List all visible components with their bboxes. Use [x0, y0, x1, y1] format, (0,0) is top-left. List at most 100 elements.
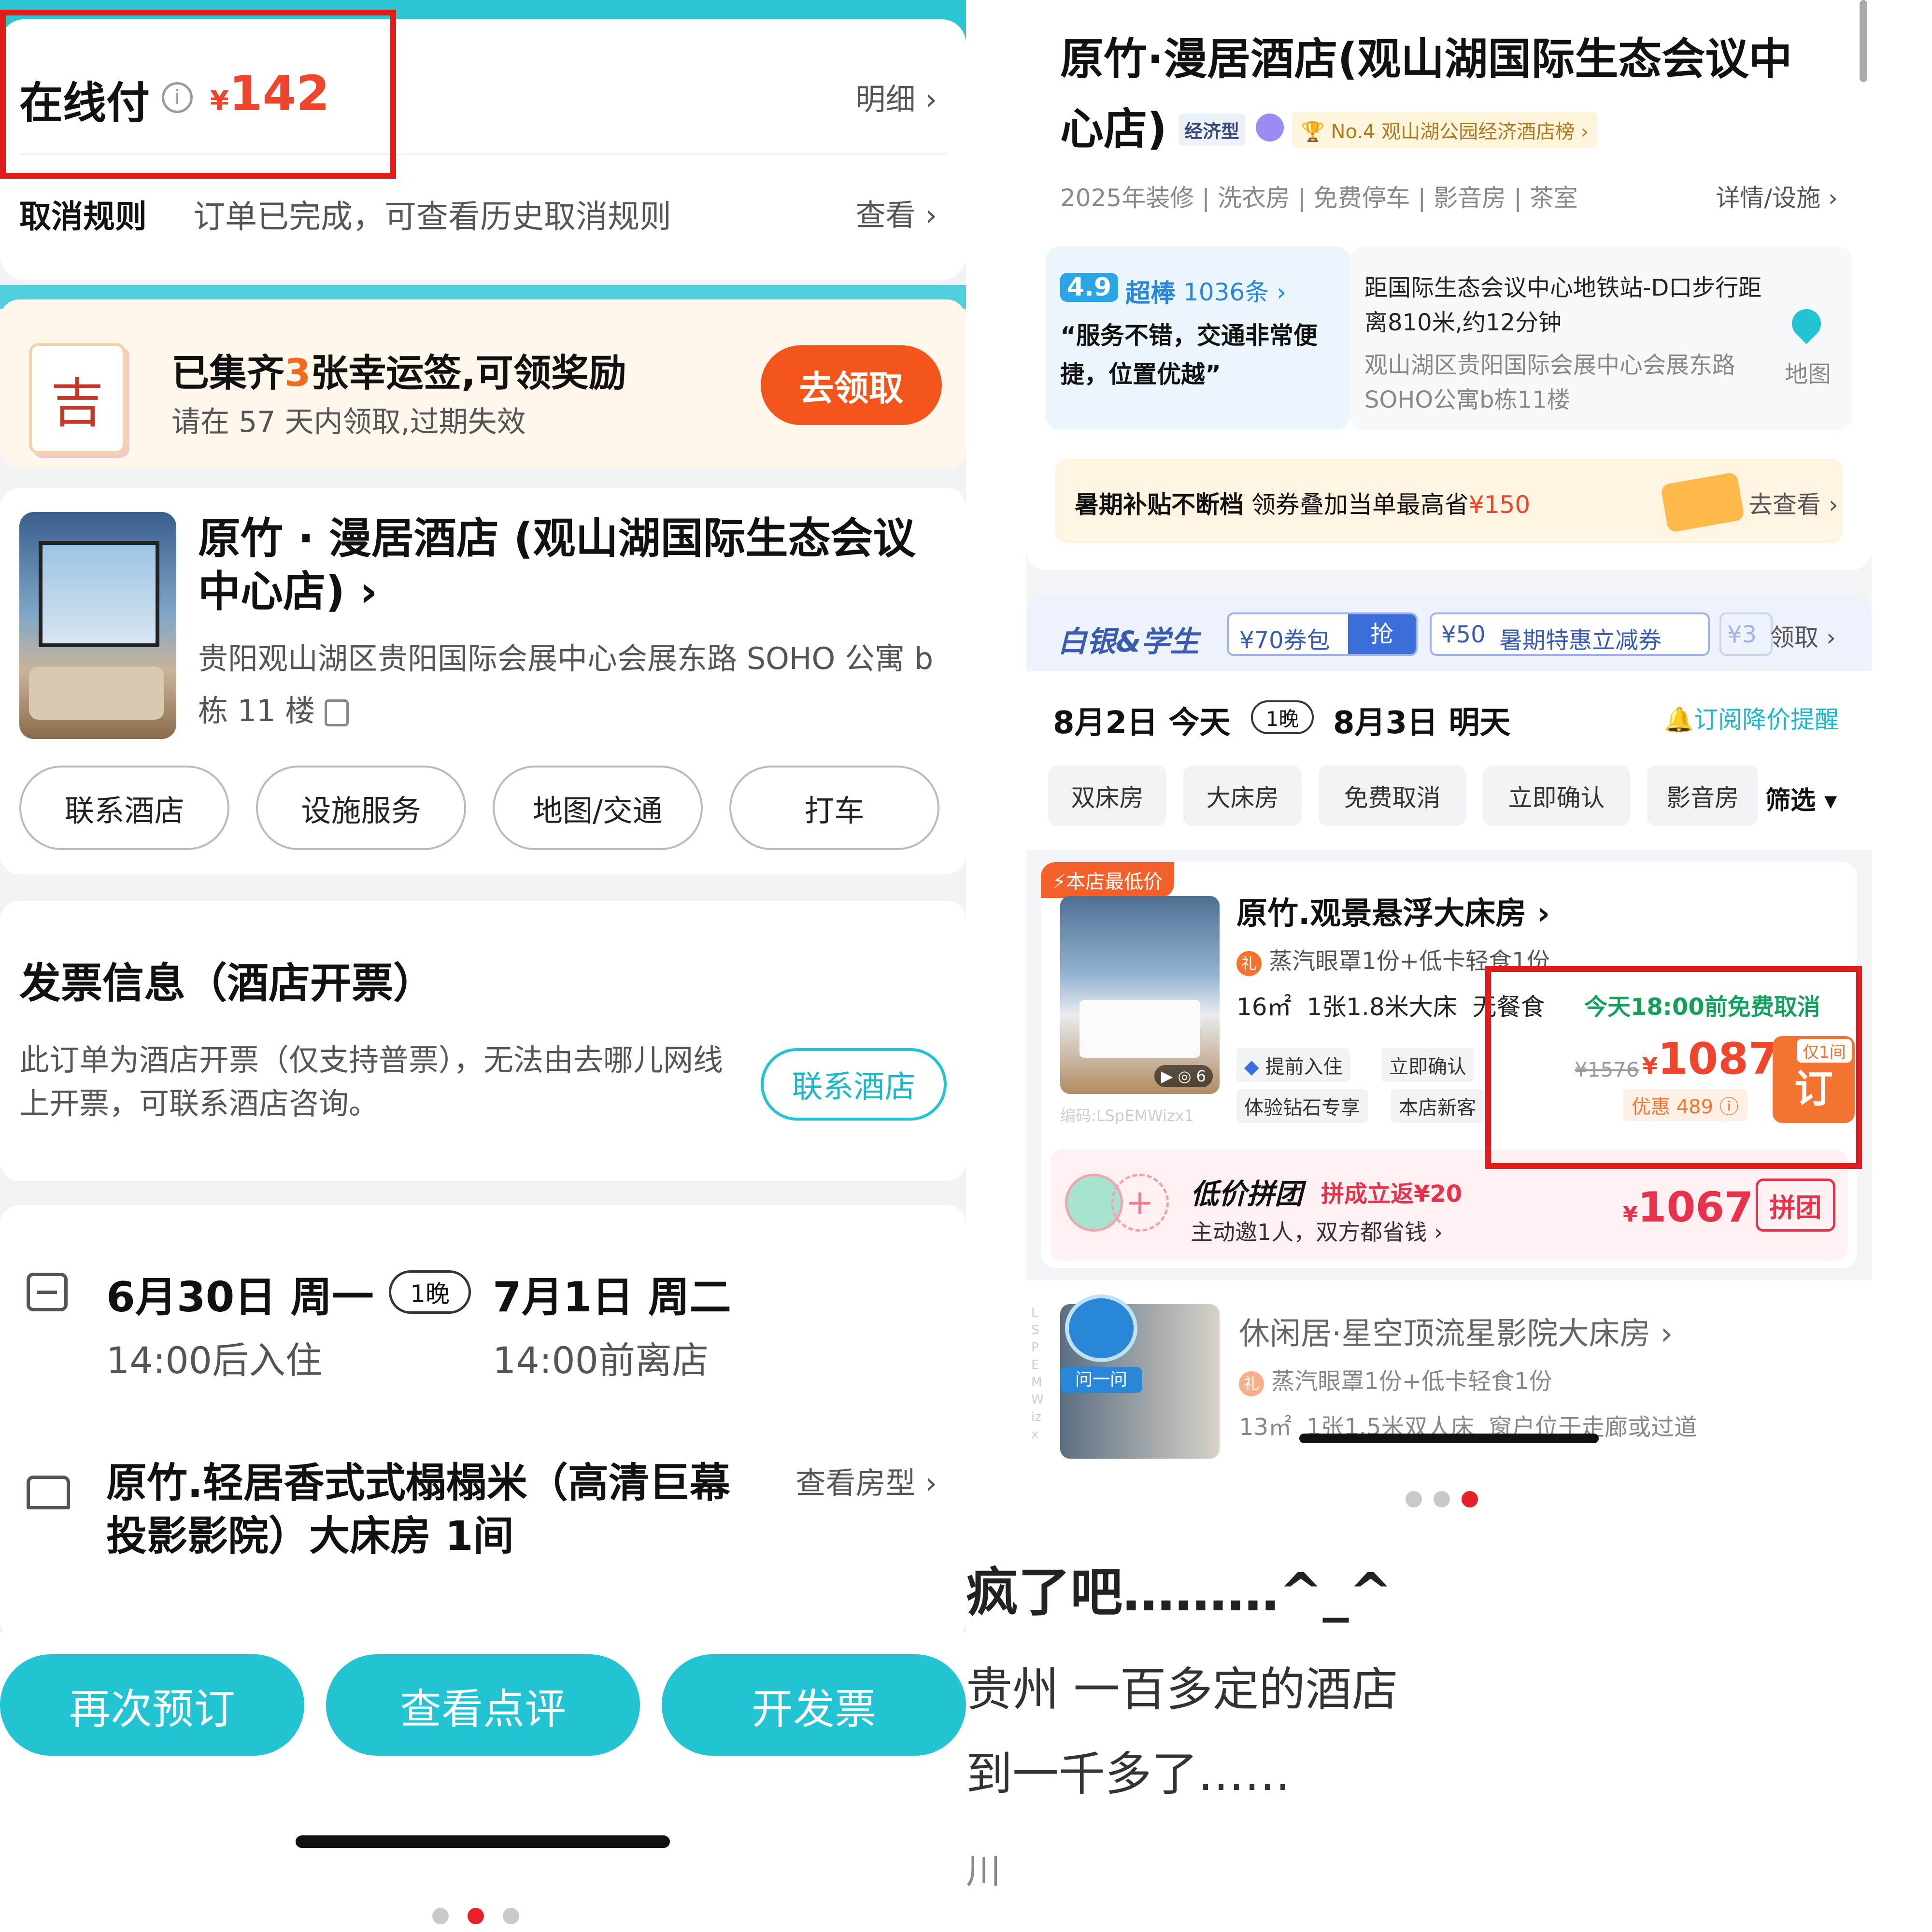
invoice-text: 此订单为酒店开票（仅支持普票），无法由去哪儿网线上开票，可联系酒店咨询。	[19, 1042, 724, 1121]
coupon-70[interactable]: ¥70券包 抢	[1227, 612, 1418, 656]
collage: 在线付 i ¥142 明细 › 取消规则 订单已完成，可查看历史取消规则 查看 …	[0, 0, 1932, 1932]
caption-line-3: 到一千多了……	[966, 1747, 1291, 1801]
filter-instant[interactable]: 立即确认	[1483, 766, 1630, 826]
subscribe-link[interactable]: 🔔订阅降价提醒	[1664, 700, 1839, 735]
pay-detail-link[interactable]: 明细 ›	[855, 75, 937, 118]
group-button[interactable]: 拼团	[1756, 1179, 1835, 1232]
right-panel: 原竹·漫居酒店(观山湖国际生态会议中心店) 经济型 🏆 No.4 观山湖公园经济…	[966, 0, 1932, 1932]
date-nights: 1晚	[1251, 700, 1314, 734]
right-dot-3	[1462, 1491, 1478, 1507]
review-box[interactable]: 4.9 超棒 1036条 › “服务不错，交通非常便捷，位置优越”	[1046, 246, 1350, 430]
room-view-link[interactable]: 查看房型 ›	[796, 1459, 937, 1502]
checkout-time: 14:00前离店	[493, 1339, 709, 1382]
coupon-row: 白银&学生 ¥70券包 抢 ¥50 暑期特惠立减券 ¥3 领取 ›	[1026, 594, 1872, 671]
invoice-button[interactable]: 开发票	[662, 1654, 966, 1756]
hotel-name[interactable]: 原竹 · 漫居酒店 (观山湖国际生态会议中心店) ›	[198, 512, 932, 618]
hotel-type-badge: 经济型	[1179, 114, 1246, 146]
filter-button[interactable]: 筛选 ▾	[1765, 780, 1837, 816]
promo-link[interactable]: 去查看 ›	[1748, 485, 1838, 520]
rebook-button[interactable]: 再次预订	[0, 1654, 304, 1756]
view-reviews-button[interactable]: 查看点评	[326, 1654, 640, 1756]
coupon-grab-button[interactable]: 抢	[1348, 614, 1416, 654]
group-cashback: 拼成立返¥20	[1321, 1180, 1463, 1208]
action-taxi[interactable]: 打车	[729, 766, 939, 850]
brand-label: 白银&学生	[1058, 625, 1199, 659]
group-price: ¥1067	[1623, 1183, 1753, 1232]
group-plus-icon: +	[1111, 1174, 1169, 1232]
coupon-3[interactable]: ¥3	[1719, 612, 1773, 656]
room-name: 原竹.轻居香式式榻榻米（高清巨幕投影影院）大床房 1间	[106, 1459, 730, 1560]
home-indicator	[296, 1835, 670, 1848]
claim-link[interactable]: 领取 ›	[1770, 618, 1836, 653]
lucky-subtitle: 请在 57 天内领取,过期失效	[171, 405, 526, 439]
highlight-box-price	[1485, 966, 1862, 1169]
invoice-contact-button[interactable]: 联系酒店	[761, 1048, 947, 1121]
rating-count: 1036条 ›	[1183, 278, 1287, 306]
filter-free-cancel[interactable]: 免费取消	[1319, 766, 1466, 826]
hotel-tags: 2025年装修 | 洗衣房 | 免费停车 | 影音房 | 茶室	[1060, 184, 1578, 212]
room-card-2[interactable]: LSPEMWizx 问一问 休闲居·星空顶流星影院大床房 › 礼 蒸汽眼罩1份+…	[1026, 1280, 1872, 1459]
caption-line-2: 贵州 一百多定的酒店	[966, 1662, 1398, 1717]
room1-photo[interactable]: ▶ ◎ 6	[1060, 896, 1220, 1094]
right-dot-1	[1406, 1491, 1422, 1507]
caption-line-4: 川	[966, 1851, 1001, 1891]
hotel-address: 贵阳观山湖区贵阳国际会展中心会展东路 SOHO 公寓 b 栋 11 楼	[198, 641, 934, 728]
map-link[interactable]: 地图	[1785, 355, 1831, 389]
scroll-indicator	[1860, 0, 1867, 82]
lucky-card: 吉 已集齐3张幸运签,可领奖励 请在 57 天内领取,过期失效 去领取	[0, 299, 966, 469]
hotel-header-card: 原竹·漫居酒店(观山湖国际生态会议中心店) 经济型 🏆 No.4 观山湖公园经济…	[1026, 0, 1872, 570]
room1-code: 编码:LSpEMWizx1	[1060, 1107, 1194, 1125]
nights-badge: 1晚	[389, 1270, 471, 1314]
cancel-view-link[interactable]: 查看 ›	[855, 191, 937, 234]
page-dot-2	[468, 1908, 484, 1924]
map-pin-icon	[1786, 303, 1827, 344]
rank-badge[interactable]: 🏆 No.4 观山湖公园经济酒店榜 ›	[1292, 112, 1597, 148]
room2-side-code: LSPEMWizx	[1031, 1306, 1044, 1442]
date-checkin[interactable]: 8月2日 今天	[1053, 698, 1230, 742]
rating-score: 4.9	[1060, 273, 1119, 302]
action-contact-hotel[interactable]: 联系酒店	[19, 766, 229, 850]
filter-twin[interactable]: 双床房	[1048, 766, 1166, 826]
lowest-badge: ⚡本店最低价	[1041, 862, 1175, 898]
coupon-50[interactable]: ¥50 暑期特惠立减券	[1430, 612, 1710, 656]
location-box[interactable]: 距国际生态会议中心地铁站-D口步行距离810米,约12分钟 观山湖区贵阳国际会展…	[1350, 246, 1852, 430]
copy-icon[interactable]	[325, 699, 349, 726]
hotel-card: 原竹 · 漫居酒店 (观山湖国际生态会议中心店) › 贵阳观山湖区贵阳国际会展中…	[0, 488, 966, 874]
highlight-box-pay	[0, 10, 396, 179]
page-dot-3	[503, 1908, 519, 1924]
room2-gift: 礼 蒸汽眼罩1份+低卡轻食1份	[1239, 1362, 1552, 1396]
checkout-date: 7月1日 周二	[493, 1273, 731, 1321]
action-facilities[interactable]: 设施服务	[256, 766, 466, 850]
bell-icon: 🔔	[1664, 706, 1694, 734]
gift-badge-icon: 礼	[1236, 951, 1262, 976]
lucky-sign-icon: 吉	[29, 343, 126, 454]
checkin-date: 6月30日 周一	[106, 1273, 374, 1321]
promo-banner[interactable]: 暑期补贴不断档 领券叠加当单最高省¥150 去查看 ›	[1055, 459, 1843, 543]
shield-icon: ◆	[1244, 1056, 1259, 1078]
filter-cinema[interactable]: 影音房	[1647, 766, 1758, 826]
lucky-claim-button[interactable]: 去领取	[761, 345, 942, 425]
rating-label: 超棒	[1125, 279, 1176, 308]
bed-icon	[27, 1476, 70, 1509]
ask-assistant-icon[interactable]: 问一问	[1060, 1294, 1142, 1396]
tag-new-guest: 本店新客	[1391, 1089, 1484, 1123]
promo-text: 暑期补贴不断档 领券叠加当单最高省¥150	[1075, 491, 1531, 519]
group-subtitle: 主动邀1人，双方都省钱 ›	[1191, 1219, 1443, 1245]
hotel-thumbnail[interactable]	[19, 512, 176, 739]
invoice-card: 发票信息（酒店开票） 此订单为酒店开票（仅支持普票），无法由去哪儿网线上开票，可…	[0, 901, 966, 1181]
right-screenshot: 原竹·漫居酒店(观山湖国际生态会议中心店) 经济型 🏆 No.4 观山湖公园经济…	[1026, 0, 1872, 1459]
location-address: 观山湖区贵阳国际会展中心会展东路SOHO公寓b栋11楼	[1364, 352, 1736, 413]
action-map[interactable]: 地图/交通	[493, 766, 703, 850]
checkin-time: 14:00后入住	[106, 1339, 323, 1382]
details-link[interactable]: 详情/设施 ›	[1716, 179, 1838, 213]
left-screenshot: 在线付 i ¥142 明细 › 取消规则 订单已完成，可查看历史取消规则 查看 …	[0, 0, 966, 1932]
bottom-bar: 再次预订 查看点评 开发票	[0, 1633, 966, 1932]
room1-name: 原竹.观景悬浮大床房 ›	[1236, 896, 1550, 932]
date-checkout[interactable]: 8月3日 明天	[1333, 698, 1510, 742]
page-dot-1	[432, 1908, 449, 1924]
filter-king[interactable]: 大床房	[1183, 766, 1302, 826]
review-quote: “服务不错，交通非常便捷，位置优越”	[1060, 322, 1318, 388]
caption-line-1: 疯了吧………^_^	[966, 1563, 1392, 1623]
lucky-title: 已集齐3张幸运签,可领奖励	[171, 352, 626, 395]
tag-diamond: 体验钻石专享	[1236, 1089, 1368, 1123]
